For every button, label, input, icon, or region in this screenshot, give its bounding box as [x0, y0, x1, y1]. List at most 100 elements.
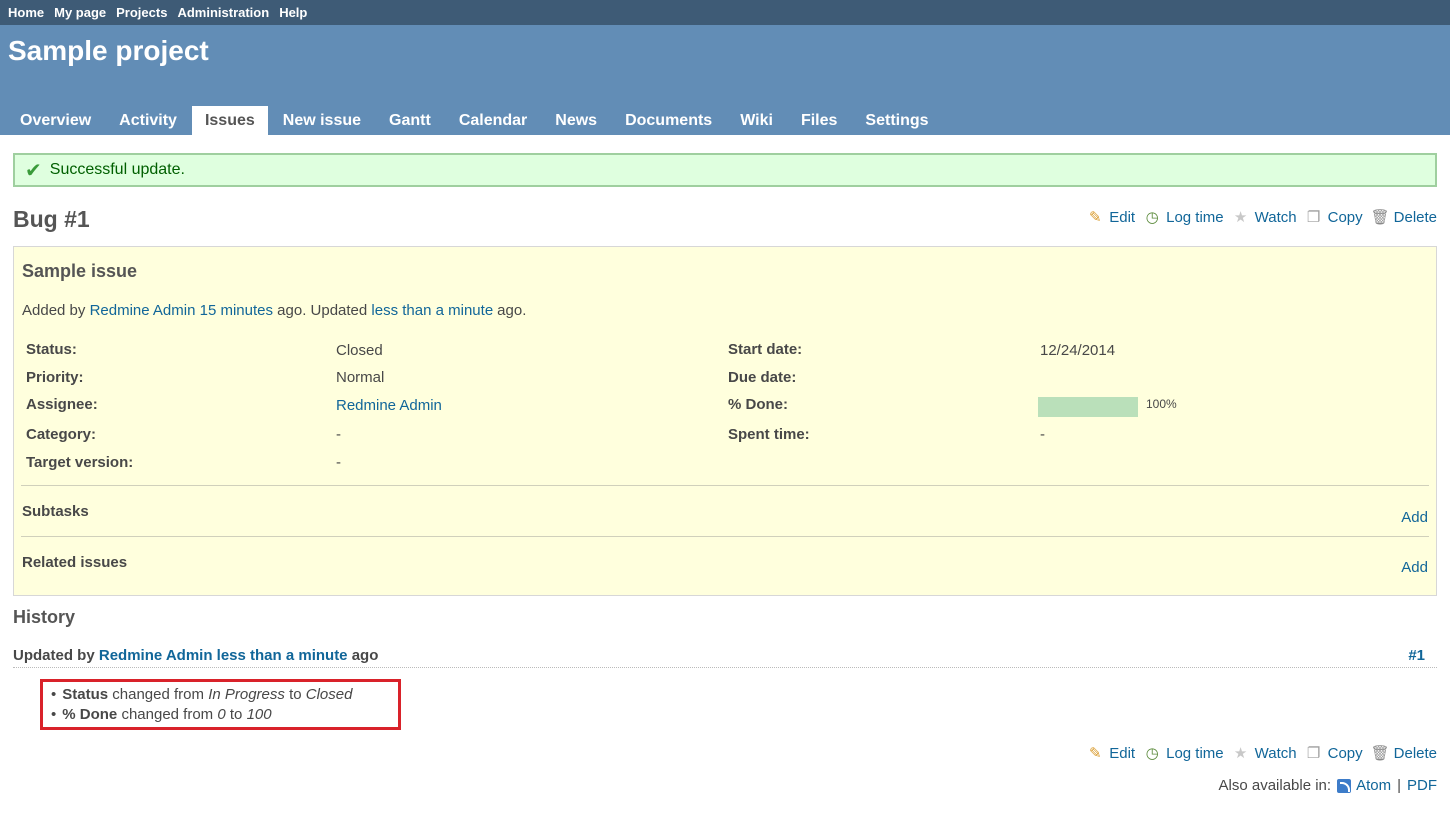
category-label: Category: — [26, 426, 97, 443]
add-subtask-link[interactable]: Add — [1401, 509, 1428, 526]
related-issues-title: Related issues — [22, 554, 128, 571]
clock-icon: ◷ — [1145, 209, 1159, 226]
divider — [21, 536, 1429, 537]
star-icon: ★ — [1233, 209, 1248, 226]
created-link[interactable]: 15 minutes — [200, 302, 273, 319]
detail-new-value: Closed — [305, 686, 353, 703]
top-menu-help[interactable]: Help — [279, 5, 307, 20]
journal-time-link[interactable]: less than a minute — [217, 647, 348, 664]
edit-button[interactable]: ✎ Edit — [1086, 744, 1136, 763]
project-title: Sample project — [8, 35, 209, 66]
watch-label: Watch — [1254, 744, 1297, 762]
tab-new-issue[interactable]: New issue — [270, 106, 374, 135]
atom-link[interactable]: Atom — [1356, 777, 1391, 794]
detail-field: Status — [62, 686, 109, 703]
author-link[interactable]: Redmine Admin — [90, 302, 196, 319]
project-header: Sample project Overview Activity Issues … — [0, 25, 1450, 135]
author-suffix: ago. — [497, 302, 527, 319]
top-menu-projects[interactable]: Projects — [116, 5, 167, 20]
delete-label: Delete — [1393, 744, 1437, 762]
category-value: - — [336, 426, 341, 443]
issue-title: Bug #1 — [13, 206, 90, 232]
bullet: • — [51, 706, 57, 723]
log-time-button[interactable]: ◷ Log time — [1143, 208, 1224, 227]
assignee-link[interactable]: Redmine Admin — [336, 397, 442, 414]
priority-label: Priority: — [26, 369, 84, 386]
detail-text: changed from — [121, 706, 214, 723]
status-value: Closed — [336, 342, 383, 359]
edit-button[interactable]: ✎ Edit — [1086, 208, 1136, 227]
done-label: % Done: — [728, 396, 788, 413]
other-formats: Also available in: Atom | PDF — [1219, 777, 1438, 794]
journal-prefix: Updated by — [13, 647, 95, 664]
subtasks-title: Subtasks — [22, 503, 89, 520]
spent-time-label: Spent time: — [728, 426, 810, 443]
tab-overview[interactable]: Overview — [7, 106, 104, 135]
priority-value: Normal — [336, 369, 385, 386]
pdf-link[interactable]: PDF — [1407, 777, 1437, 794]
delete-button[interactable]: 🗑 Delete — [1370, 744, 1437, 763]
add-related-issue-link[interactable]: Add — [1401, 559, 1428, 576]
tab-issues[interactable]: Issues — [191, 106, 268, 135]
journal-details: • Status changed from In Progress to Clos… — [40, 679, 401, 730]
start-date-value: 12/24/2014 — [1040, 342, 1116, 359]
log-time-button[interactable]: ◷ Log time — [1143, 744, 1224, 763]
detail-field: % Done — [62, 706, 118, 723]
detail-old-value: 0 — [217, 706, 226, 723]
target-version-label: Target version: — [26, 454, 134, 471]
author-line: Added by Redmine Admin 15 minutes ago. U… — [22, 302, 526, 319]
top-menu-home[interactable]: Home — [8, 5, 44, 20]
spent-time-value: - — [1040, 426, 1045, 443]
issue-subject: Sample issue — [22, 261, 138, 281]
issue-actions-bottom: ✎ Edit ◷ Log time ★ Watch ❐ Copy 🗑 Delete — [1078, 744, 1437, 763]
tab-settings[interactable]: Settings — [852, 106, 941, 135]
target-version-value: - — [336, 454, 341, 471]
tab-activity[interactable]: Activity — [106, 106, 190, 135]
divider — [21, 485, 1429, 486]
detail-text: to — [229, 706, 243, 723]
journal-number-link[interactable]: #1 — [1408, 647, 1425, 664]
copy-button[interactable]: ❐ Copy — [1305, 744, 1363, 763]
other-formats-label: Also available in: — [1218, 777, 1332, 794]
updated-link[interactable]: less than a minute — [371, 302, 493, 319]
copy-icon: ❐ — [1306, 209, 1321, 226]
trash-icon: 🗑 — [1370, 209, 1390, 226]
trash-icon: 🗑 — [1370, 745, 1390, 762]
copy-label: Copy — [1327, 744, 1363, 762]
issue-details: Sample issue Added by Redmine Admin 15 m… — [13, 246, 1437, 596]
due-date-label: Due date: — [728, 369, 797, 386]
journal-header: Updated by Redmine Admin less than a min… — [13, 647, 1437, 668]
start-date-label: Start date: — [728, 341, 803, 358]
tab-gantt[interactable]: Gantt — [376, 106, 444, 135]
detail-new-value: 100 — [246, 706, 272, 723]
top-menu-my-page[interactable]: My page — [54, 5, 106, 20]
edit-label: Edit — [1109, 208, 1136, 226]
bullet: • — [51, 686, 57, 703]
author-middle: ago. Updated — [277, 302, 368, 319]
tab-wiki[interactable]: Wiki — [727, 106, 786, 135]
check-icon: ✔ — [25, 159, 42, 182]
tab-files[interactable]: Files — [788, 106, 850, 135]
pencil-icon: ✎ — [1088, 745, 1102, 762]
feed-icon — [1337, 778, 1352, 793]
detail-text: changed from — [112, 686, 205, 703]
journal-suffix: ago — [351, 647, 379, 664]
watch-button[interactable]: ★ Watch — [1232, 208, 1297, 227]
detail-old-value: In Progress — [208, 686, 285, 703]
assignee-label: Assignee: — [26, 396, 98, 413]
log-time-label: Log time — [1166, 208, 1224, 226]
tab-documents[interactable]: Documents — [612, 106, 725, 135]
tab-news[interactable]: News — [542, 106, 610, 135]
copy-button[interactable]: ❐ Copy — [1305, 208, 1363, 227]
watch-button[interactable]: ★ Watch — [1232, 744, 1297, 763]
top-menu-administration[interactable]: Administration — [177, 5, 269, 20]
star-icon: ★ — [1233, 745, 1248, 762]
pencil-icon: ✎ — [1088, 209, 1102, 226]
delete-label: Delete — [1393, 208, 1437, 226]
journal-author-link[interactable]: Redmine Admin — [99, 647, 213, 664]
watch-label: Watch — [1254, 208, 1297, 226]
copy-icon: ❐ — [1306, 745, 1321, 762]
edit-label: Edit — [1109, 744, 1136, 762]
delete-button[interactable]: 🗑 Delete — [1370, 208, 1437, 227]
tab-calendar[interactable]: Calendar — [446, 106, 540, 135]
